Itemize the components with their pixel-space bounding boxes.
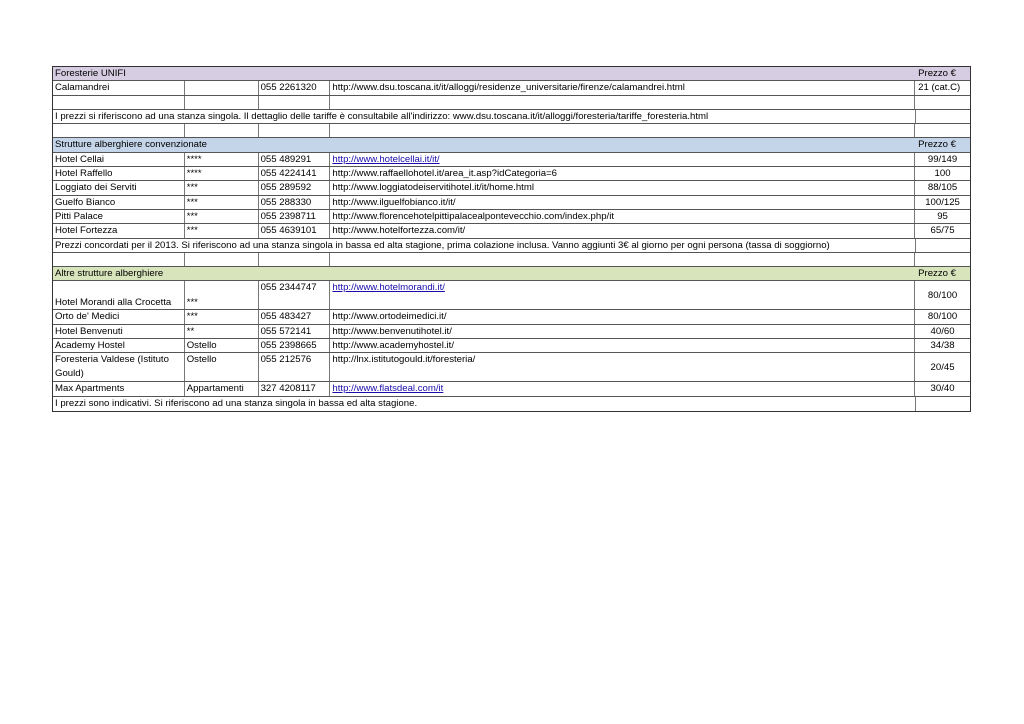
empty-row: [53, 95, 970, 110]
price-cell[interactable]: 80/100: [915, 310, 970, 323]
name-cell[interactable]: Guelfo Bianco: [53, 195, 185, 209]
price-cell[interactable]: 34/38: [915, 339, 970, 352]
url-cell[interactable]: http://www.florencehotelpittipalacealpon…: [330, 209, 916, 224]
phone-cell[interactable]: 055 288330: [259, 195, 331, 209]
hotel-link[interactable]: http://www.hotelcellai.it/it/: [332, 154, 439, 165]
table-row: Hotel Fortezza *** 055 4639101 http://ww…: [53, 224, 970, 239]
table-row: Academy Hostel Ostello 055 2398665 http:…: [53, 339, 970, 354]
section-title: Strutture alberghiere convenzionate: [55, 139, 207, 151]
url-cell[interactable]: http://lnx.istitutogould.it/foresteria/: [330, 353, 916, 382]
phone-cell[interactable]: 055 483427: [259, 310, 331, 324]
price-column-header: Prezzo €: [918, 139, 956, 151]
table-row: Foresteria Valdese (Istituto Gould) Oste…: [53, 353, 970, 383]
price-cell[interactable]: 40/60: [915, 325, 970, 338]
category-cell[interactable]: [185, 81, 259, 95]
name-cell[interactable]: Orto de' Medici: [53, 310, 185, 324]
table-row: Loggiato dei Serviti *** 055 289592 http…: [53, 181, 970, 196]
category-cell[interactable]: Appartamenti: [185, 382, 259, 396]
category-cell[interactable]: ***: [185, 310, 259, 324]
price-cell[interactable]: 95: [915, 210, 970, 223]
phone-cell[interactable]: 055 2261320: [259, 81, 331, 95]
table-row: Hotel Cellai **** 055 489291 http://www.…: [53, 152, 970, 168]
name-cell[interactable]: Calamandrei: [53, 81, 185, 95]
name-cell[interactable]: Foresteria Valdese (Istituto Gould): [53, 353, 185, 382]
note-text[interactable]: I prezzi si riferiscono ad una stanza si…: [53, 110, 915, 123]
section-header-convenzionate: Strutture alberghiere convenzionate Prez…: [53, 138, 970, 153]
category-cell[interactable]: ***: [185, 224, 259, 238]
hotel-link[interactable]: http://www.hotelmorandi.it/: [332, 281, 445, 294]
category-cell[interactable]: ***: [185, 181, 259, 195]
url-cell[interactable]: http://www.ilguelfobianco.it/it/: [330, 195, 916, 209]
note-text[interactable]: Prezzi concordati per il 2013. Si riferi…: [53, 239, 915, 252]
category-cell[interactable]: Ostello: [185, 353, 259, 382]
name-cell[interactable]: Hotel Raffello: [53, 167, 185, 181]
empty-row: [53, 124, 970, 139]
phone-cell[interactable]: 055 489291: [259, 152, 331, 167]
table-row: Hotel Morandi alla Crocetta *** 055 2344…: [53, 281, 970, 311]
section-header-altre: Altre strutture alberghiere Prezzo €: [53, 267, 970, 282]
note-row: I prezzi si riferiscono ad una stanza si…: [53, 109, 970, 125]
category-cell[interactable]: **: [185, 324, 259, 339]
url-cell[interactable]: http://www.loggiatodeiservitihotel.it/it…: [330, 181, 916, 195]
section-title: Altre strutture alberghiere: [55, 268, 164, 280]
empty-row: [53, 252, 970, 268]
table-row: Guelfo Bianco *** 055 288330 http://www.…: [53, 195, 970, 210]
price-cell[interactable]: 88/105: [915, 181, 970, 194]
category-cell[interactable]: ****: [185, 152, 259, 167]
table-row: Pitti Palace *** 055 2398711 http://www.…: [53, 209, 970, 225]
phone-cell[interactable]: 327 4208117: [259, 382, 331, 396]
note-row: I prezzi sono indicativi. Si riferiscono…: [53, 396, 970, 411]
phone-cell[interactable]: 055 572141: [259, 324, 331, 339]
table-row: Calamandrei 055 2261320 http://www.dsu.t…: [53, 81, 970, 96]
table-row: Max Apartments Appartamenti 327 4208117 …: [53, 382, 970, 397]
name-cell[interactable]: Loggiato dei Serviti: [53, 181, 185, 195]
price-cell[interactable]: 30/40: [915, 382, 970, 395]
table-row: Orto de' Medici *** 055 483427 http://ww…: [53, 310, 970, 325]
note-row: Prezzi concordati per il 2013. Si riferi…: [53, 238, 970, 253]
url-cell[interactable]: http://www.academyhostel.it/: [330, 339, 916, 353]
phone-cell[interactable]: 055 2398711: [259, 209, 331, 224]
price-cell[interactable]: 21 (cat.C): [915, 81, 970, 94]
price-cell[interactable]: 80/100: [915, 281, 970, 309]
phone-cell[interactable]: 055 4224141: [259, 167, 331, 181]
note-text[interactable]: I prezzi sono indicativi. Si riferiscono…: [53, 397, 915, 411]
name-cell[interactable]: Pitti Palace: [53, 209, 185, 224]
category-cell[interactable]: ****: [185, 167, 259, 181]
name-cell[interactable]: Hotel Cellai: [53, 152, 185, 167]
price-column-header: Prezzo €: [918, 68, 956, 79]
phone-cell[interactable]: 055 4639101: [259, 224, 331, 238]
price-cell[interactable]: 99/149: [915, 153, 970, 166]
spreadsheet-table: Foresterie UNIFI Prezzo € Calamandrei 05…: [52, 66, 971, 412]
category-cell[interactable]: ***: [185, 281, 259, 310]
section-title: Foresterie UNIFI: [55, 68, 126, 79]
table-row: Hotel Raffello **** 055 4224141 http://w…: [53, 167, 970, 182]
price-column-header: Prezzo €: [918, 268, 956, 280]
name-cell[interactable]: Hotel Benvenuti: [53, 324, 185, 339]
phone-cell[interactable]: 055 2344747: [259, 281, 331, 310]
name-cell[interactable]: Max Apartments: [53, 382, 185, 396]
name-cell[interactable]: Academy Hostel: [53, 339, 185, 353]
phone-cell[interactable]: 055 2398665: [259, 339, 331, 353]
name-cell[interactable]: Hotel Fortezza: [53, 224, 185, 238]
table-row: Hotel Benvenuti ** 055 572141 http://www…: [53, 324, 970, 340]
phone-cell[interactable]: 055 289592: [259, 181, 331, 195]
phone-cell[interactable]: 055 212576: [259, 353, 331, 382]
url-cell[interactable]: http://www.benvenutihotel.it/: [330, 324, 916, 339]
name-cell[interactable]: Hotel Morandi alla Crocetta: [53, 281, 185, 310]
url-cell[interactable]: http://www.ortodeimedici.it/: [330, 310, 916, 324]
price-cell[interactable]: 100/125: [915, 196, 970, 209]
url-cell[interactable]: http://www.raffaellohotel.it/area_it.asp…: [330, 167, 916, 181]
url-cell[interactable]: http://www.dsu.toscana.it/it/alloggi/res…: [330, 81, 916, 95]
hotel-link[interactable]: http://www.flatsdeal.com/it: [332, 383, 443, 394]
price-cell[interactable]: 20/45: [915, 353, 970, 381]
category-cell[interactable]: ***: [185, 195, 259, 209]
section-header-unifi: Foresterie UNIFI Prezzo €: [53, 67, 970, 82]
url-cell[interactable]: http://www.hotelfortezza.com/it/: [330, 224, 916, 238]
category-cell[interactable]: ***: [185, 209, 259, 224]
price-cell[interactable]: 65/75: [915, 224, 970, 237]
price-cell[interactable]: 100: [915, 167, 970, 180]
category-cell[interactable]: Ostello: [185, 339, 259, 353]
